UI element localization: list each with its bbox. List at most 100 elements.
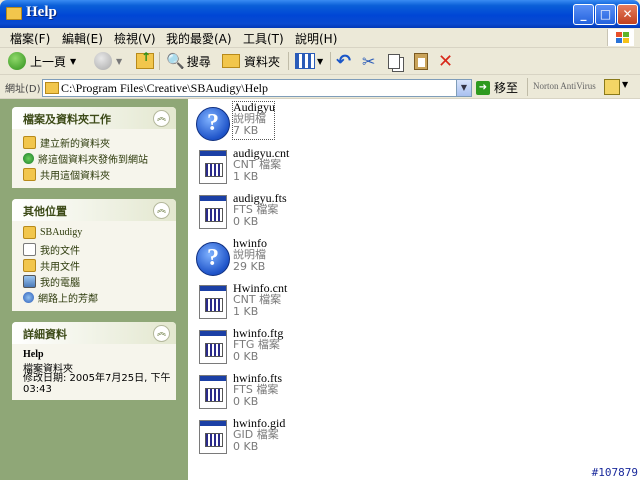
panel-header[interactable]: 其他位置 ︽ <box>12 199 176 221</box>
other-places-panel: 其他位置 ︽ SBAudigy 我的文件 共用文件 我的電腦 網路上的芳鄰 <box>12 199 176 311</box>
folder-icon <box>6 7 22 20</box>
file-size: 1 KB <box>233 170 259 183</box>
task-label: 將這個資料夾發佈到網站 <box>38 155 148 166</box>
views-icon <box>295 53 315 69</box>
folders-label: 資料夾 <box>244 54 281 69</box>
go-label: 移至 <box>494 81 519 95</box>
place-network[interactable]: 網路上的芳鄰 <box>23 290 98 305</box>
new-folder-icon <box>23 136 36 149</box>
back-label: 上一頁 <box>30 54 67 69</box>
forward-arrow-icon <box>94 52 112 70</box>
address-bar: 網址(D) C:\Program Files\Creative\SBAudigy… <box>0 76 640 99</box>
share-folder-icon <box>23 168 36 181</box>
views-button[interactable]: ▼ <box>295 51 323 71</box>
details-panel: 詳細資料 ︽ Help 檔案資料夾 修改日期: 2005年7月25日, 下午 0… <box>12 322 176 400</box>
file-size: 1 KB <box>233 305 259 318</box>
menu-file[interactable]: 檔案(F) <box>10 30 50 47</box>
norton-icon[interactable] <box>604 79 620 95</box>
panel-header[interactable]: 檔案及資料夾工作 ︽ <box>12 107 176 129</box>
minimize-button[interactable]: _ <box>573 4 594 25</box>
collapse-icon[interactable]: ︽ <box>153 325 170 342</box>
place-label: 網路上的芳鄰 <box>38 294 98 305</box>
place-shared-documents[interactable]: 共用文件 <box>23 258 80 273</box>
delete-icon[interactable]: ✕ <box>438 51 453 72</box>
place-label: 共用文件 <box>40 262 80 273</box>
panel-header[interactable]: 詳細資料 ︽ <box>12 322 176 344</box>
search-button[interactable]: 🔍 搜尋 <box>166 51 211 71</box>
go-button[interactable]: ➜ 移至 <box>476 79 518 96</box>
search-label: 搜尋 <box>186 54 211 69</box>
file-size: 0 KB <box>233 215 259 228</box>
file-item[interactable]: ? Audigyu 說明檔 7 KB <box>196 101 396 143</box>
undo-icon[interactable]: ↶ <box>336 51 351 72</box>
file-item[interactable]: hwinfo.fts FTS 檔案 0 KB <box>196 372 396 414</box>
task-pane: 檔案及資料夾工作 ︽ 建立新的資料夾 將這個資料夾發佈到網站 共用這個資料夾 其… <box>0 99 188 480</box>
folder-icon <box>222 54 240 68</box>
address-path: C:\Program Files\Creative\SBAudigy\Help <box>61 81 268 95</box>
address-input[interactable]: C:\Program Files\Creative\SBAudigy\Help … <box>42 79 472 97</box>
collapse-icon[interactable]: ︽ <box>153 110 170 127</box>
forward-button[interactable]: ▼ <box>94 51 122 71</box>
place-sbaudigy[interactable]: SBAudigy <box>23 226 82 239</box>
details-modified: 修改日期: 2005年7月25日, 下午 03:43 <box>23 373 171 395</box>
back-arrow-icon <box>8 52 26 70</box>
folders-button[interactable]: 資料夾 <box>222 51 280 71</box>
back-button[interactable]: 上一頁 ▼ <box>8 51 76 71</box>
place-label: 我的文件 <box>40 246 80 257</box>
file-item[interactable]: audigyu.cnt CNT 檔案 1 KB <box>196 147 396 189</box>
globe-icon <box>23 153 34 164</box>
place-label: SBAudigy <box>40 227 83 238</box>
chevron-down-icon[interactable]: ▼ <box>456 80 471 96</box>
file-tasks-title: 檔案及資料夾工作 <box>23 113 111 126</box>
place-my-documents[interactable]: 我的文件 <box>23 242 80 257</box>
menu-help[interactable]: 說明(H) <box>295 30 337 47</box>
network-icon <box>23 292 34 303</box>
collapse-icon[interactable]: ︽ <box>153 202 170 219</box>
go-arrow-icon: ➜ <box>476 80 490 95</box>
close-button[interactable]: ✕ <box>617 4 638 25</box>
task-publish-web[interactable]: 將這個資料夾發佈到網站 <box>23 151 148 166</box>
task-label: 共用這個資料夾 <box>40 171 110 182</box>
task-share-folder[interactable]: 共用這個資料夾 <box>23 167 110 182</box>
menu-view[interactable]: 檢視(V) <box>114 30 156 47</box>
file-size: 0 KB <box>233 395 259 408</box>
document-icon <box>199 150 227 184</box>
file-list: ? Audigyu 說明檔 7 KB audigyu.cnt CNT 檔案 1 … <box>188 99 640 480</box>
folder-icon <box>45 82 59 94</box>
chevron-down-icon: ▼ <box>317 56 324 66</box>
copy-icon[interactable] <box>388 51 400 71</box>
menu-bar: 檔案(F) 編輯(E) 檢視(V) 我的最愛(A) 工具(T) 說明(H) <box>0 28 640 48</box>
toolbar: 上一頁 ▼ ▼ ↑ 🔍 搜尋 資料夾 ▼ ↶ ✂ ✕ <box>0 48 640 75</box>
file-tasks-panel: 檔案及資料夾工作 ︽ 建立新的資料夾 將這個資料夾發佈到網站 共用這個資料夾 <box>12 107 176 188</box>
file-item[interactable]: hwinfo.ftg FTG 檔案 0 KB <box>196 327 396 369</box>
computer-icon <box>23 275 36 288</box>
cut-icon[interactable]: ✂ <box>362 51 375 71</box>
other-places-title: 其他位置 <box>23 205 67 218</box>
help-file-icon: ? <box>196 107 230 141</box>
windows-logo-icon <box>607 29 634 46</box>
documents-icon <box>23 243 36 256</box>
maximize-button[interactable]: □ <box>595 4 616 25</box>
place-my-computer[interactable]: 我的電腦 <box>23 274 80 289</box>
file-item[interactable]: Hwinfo.cnt CNT 檔案 1 KB <box>196 282 396 324</box>
menu-tools[interactable]: 工具(T) <box>243 30 284 47</box>
folder-icon <box>23 226 36 239</box>
paste-icon[interactable] <box>414 51 428 71</box>
document-icon <box>199 420 227 454</box>
menu-favorites[interactable]: 我的最愛(A) <box>166 30 232 47</box>
watermark-id: #107879 <box>591 466 638 479</box>
search-icon: 🔍 <box>166 52 185 70</box>
document-icon <box>199 375 227 409</box>
window-title: Help <box>26 4 57 20</box>
chevron-down-icon[interactable]: ▼ <box>622 80 628 89</box>
file-size: 0 KB <box>233 350 259 363</box>
file-item[interactable]: ? hwinfo 說明檔 29 KB <box>196 237 396 279</box>
task-new-folder[interactable]: 建立新的資料夾 <box>23 135 110 150</box>
menu-edit[interactable]: 編輯(E) <box>62 30 103 47</box>
details-name: Help <box>23 349 44 360</box>
file-item[interactable]: audigyu.fts FTS 檔案 0 KB <box>196 192 396 234</box>
title-bar[interactable]: Help _ □ ✕ <box>0 0 640 28</box>
file-item[interactable]: hwinfo.gid GID 檔案 0 KB <box>196 417 396 459</box>
file-size: 0 KB <box>233 440 259 453</box>
up-folder-button[interactable]: ↑ <box>136 50 154 71</box>
